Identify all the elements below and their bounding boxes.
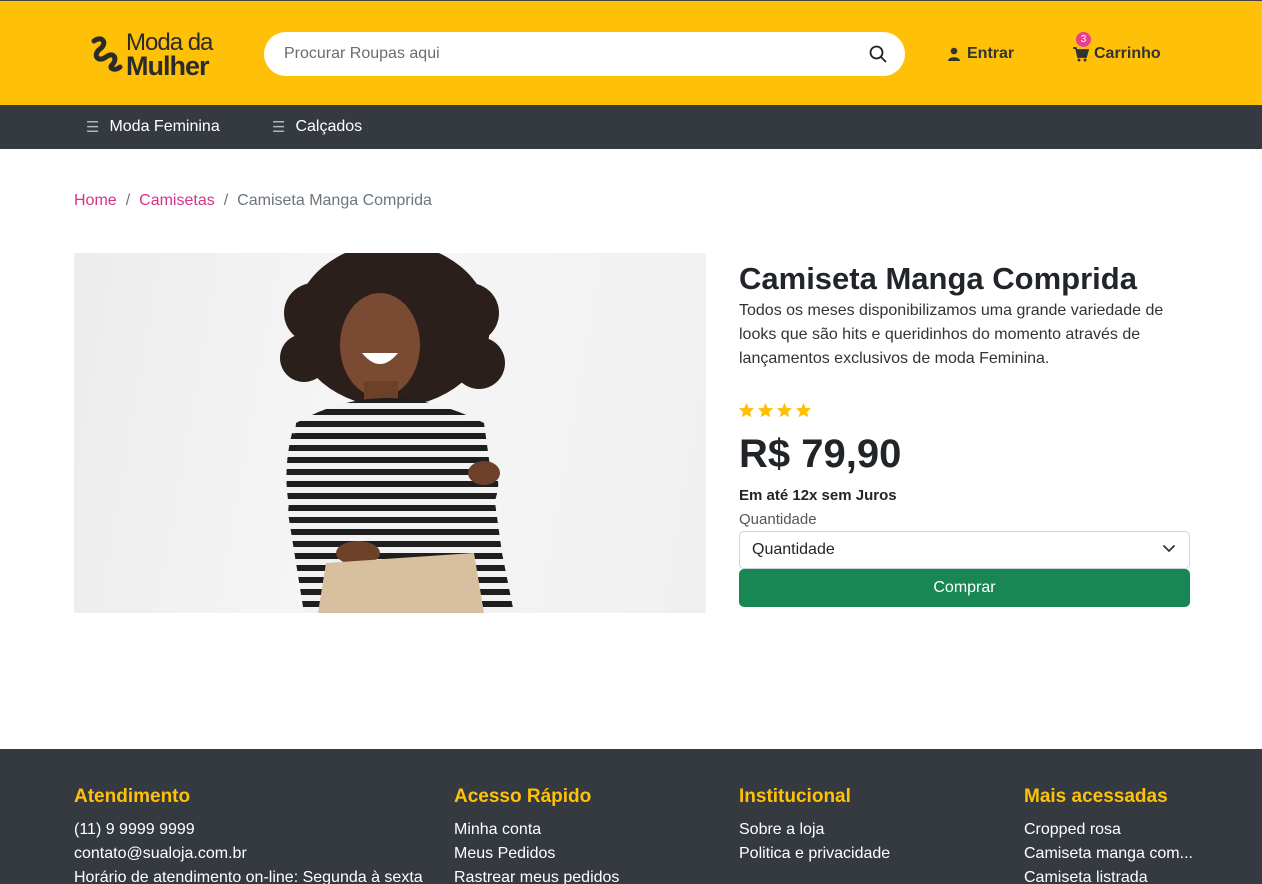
search-input[interactable]: [284, 32, 854, 76]
cart-icon: [1073, 46, 1089, 61]
search-icon[interactable]: [869, 45, 887, 63]
menu-icon: ☰: [272, 119, 286, 136]
product-rating: [738, 402, 812, 418]
footer-column-title: Atendimento: [74, 786, 191, 807]
footer-link[interactable]: Cropped rosa: [1024, 818, 1193, 842]
breadcrumb-separator: /: [125, 192, 131, 209]
footer-link[interactable]: Camiseta listrada: [1024, 866, 1193, 884]
nav-item-moda-feminina[interactable]: ☰ Moda Feminina: [86, 118, 220, 136]
star-icon: [776, 402, 793, 418]
footer-column-atendimento: Atendimento (11) 9 9999 9999 contato@sua…: [74, 786, 423, 884]
quantity-label: Quantidade: [739, 511, 817, 528]
star-icon: [795, 402, 812, 418]
footer-column-title: Acesso Rápido: [454, 786, 592, 807]
breadcrumb-separator: /: [223, 192, 229, 209]
site-footer: Atendimento (11) 9 9999 9999 contato@sua…: [0, 749, 1262, 884]
search-bar: [264, 32, 905, 76]
product-description: Todos os meses disponibilizamos uma gran…: [739, 302, 1164, 367]
footer-link[interactable]: Meus Pedidos: [454, 842, 619, 866]
menu-icon: ☰: [86, 119, 100, 136]
footer-phone[interactable]: (11) 9 9999 9999: [74, 818, 423, 842]
installments-text: Em até 12x sem Juros: [739, 487, 897, 504]
footer-hours: Horário de atendimento on-line: Segunda …: [74, 869, 423, 884]
nav-item-label: Calçados: [295, 118, 363, 135]
breadcrumb-category[interactable]: Camisetas: [139, 192, 215, 209]
product-price: R$ 79,90: [739, 432, 902, 476]
footer-column-title: Mais acessadas: [1024, 786, 1168, 807]
nav-item-label: Moda Feminina: [109, 118, 220, 135]
brand-logo[interactable]: Moda da Mulher: [88, 29, 228, 81]
footer-column-mais-acessadas: Mais acessadas Cropped rosa Camiseta man…: [1024, 786, 1193, 884]
category-nav: ☰ Moda Feminina ☰ Calçados: [0, 105, 1262, 149]
quantity-select[interactable]: Quantidade: [739, 531, 1190, 569]
product-title: Camiseta Manga Comprida: [739, 261, 1137, 296]
login-link[interactable]: Entrar: [947, 45, 1014, 63]
nav-item-calcados[interactable]: ☰ Calçados: [272, 118, 362, 136]
footer-email[interactable]: contato@sualoja.com.br: [74, 842, 423, 866]
footer-column-title: Institucional: [739, 786, 851, 807]
product-photo: [280, 253, 514, 613]
breadcrumb: Home / Camisetas / Camiseta Manga Comprida: [74, 192, 432, 210]
footer-link[interactable]: Sobre a loja: [739, 818, 890, 842]
footer-column-acesso-rapido: Acesso Rápido Minha conta Meus Pedidos R…: [454, 786, 619, 884]
footer-link[interactable]: Rastrear meus pedidos: [454, 866, 619, 884]
footer-link[interactable]: Minha conta: [454, 818, 619, 842]
product-image[interactable]: [74, 253, 706, 613]
logo-text-bottom: Mulher: [126, 51, 210, 81]
footer-link[interactable]: Camiseta manga com...: [1024, 842, 1193, 866]
cart-count-badge: 3: [1076, 32, 1091, 47]
footer-column-institucional: Institucional Sobre a loja Politica e pr…: [739, 786, 890, 866]
breadcrumb-home[interactable]: Home: [74, 192, 117, 209]
star-icon: [738, 402, 755, 418]
chevron-down-icon: [1163, 545, 1175, 552]
cart-label: Carrinho: [1094, 45, 1161, 62]
site-header: Moda da Mulher Entrar 3 Carrinho: [0, 0, 1262, 105]
quantity-selected-value: Quantidade: [752, 541, 835, 558]
buy-button[interactable]: Comprar: [739, 569, 1190, 607]
logo-swirl-icon: [91, 36, 123, 72]
breadcrumb-current: Camiseta Manga Comprida: [237, 192, 432, 209]
footer-link[interactable]: Politica e privacidade: [739, 842, 890, 866]
star-icon: [757, 402, 774, 418]
cart-link[interactable]: 3 Carrinho: [1073, 32, 1161, 63]
user-icon: [948, 47, 960, 61]
login-label: Entrar: [967, 45, 1015, 62]
